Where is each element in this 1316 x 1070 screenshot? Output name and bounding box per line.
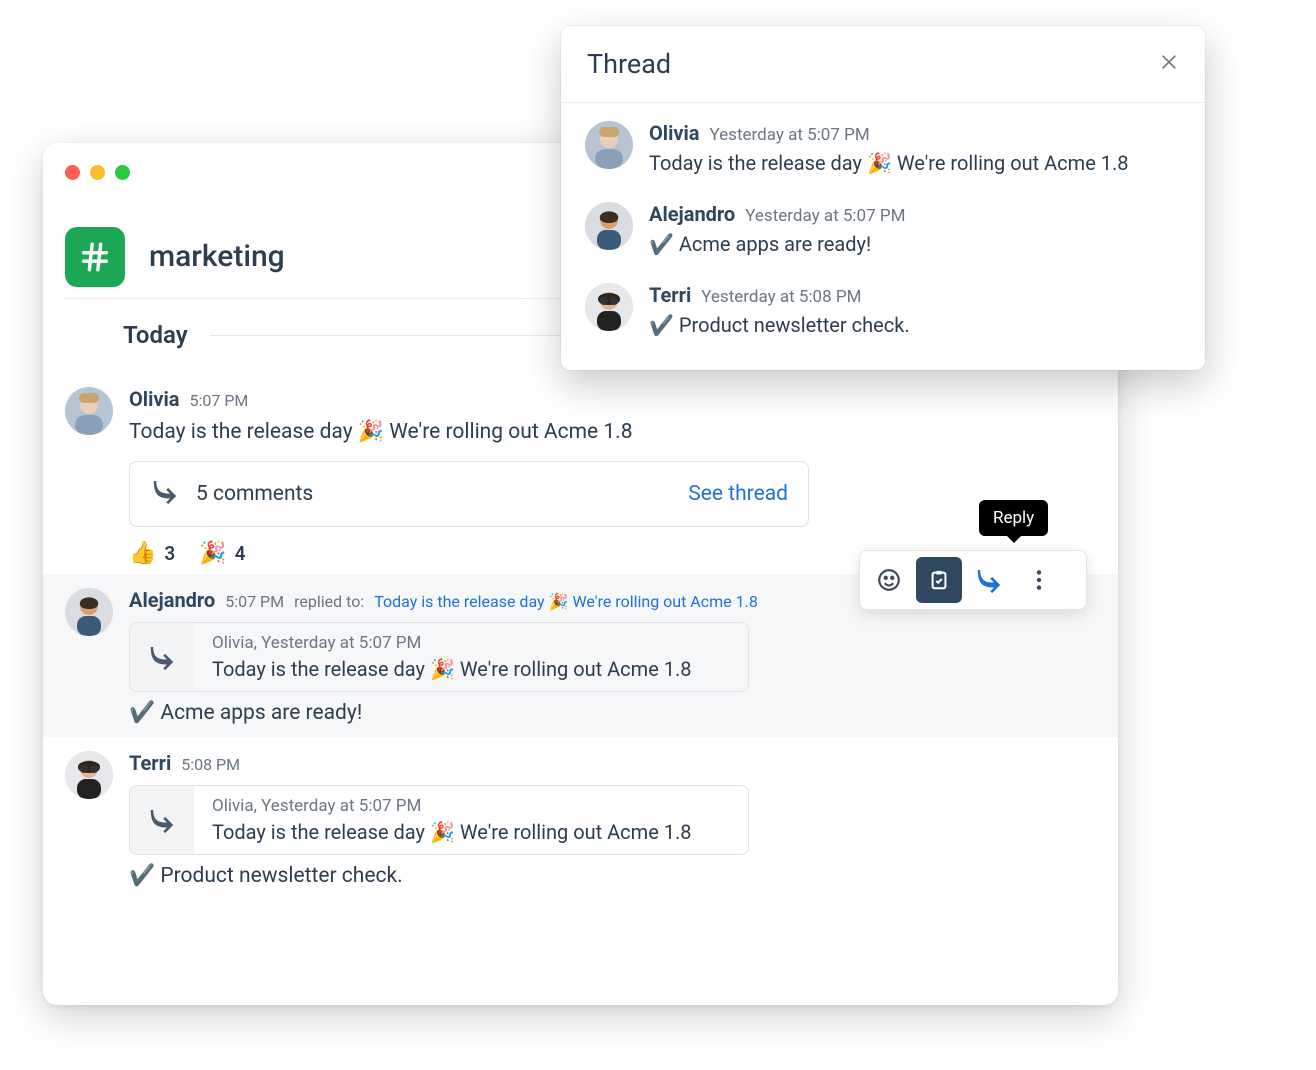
- party-popper-icon: 🎉: [199, 541, 226, 566]
- message-text: ✔️ Acme apps are ready!: [649, 230, 1181, 259]
- thumbs-up-icon: 👍: [129, 541, 156, 566]
- message-time: Yesterday at 5:07 PM: [745, 206, 905, 226]
- avatar[interactable]: [65, 588, 113, 636]
- message-author[interactable]: Terri: [649, 283, 691, 307]
- check-icon: ✔️: [129, 861, 155, 891]
- avatar[interactable]: [585, 202, 633, 250]
- more-actions-button[interactable]: [1016, 557, 1062, 603]
- close-button[interactable]: [1159, 52, 1179, 77]
- window-minimize-dot[interactable]: [90, 165, 105, 180]
- replied-to-link[interactable]: Today is the release day 🎉 We're rolling…: [374, 592, 758, 611]
- message-item: Terri 5:08 PM Olivia, Yesterday at 5:07 …: [43, 737, 1118, 899]
- reaction-thumbs-up[interactable]: 👍 3: [129, 541, 175, 566]
- hash-icon: [65, 227, 125, 287]
- reply-arrow-icon: [130, 786, 194, 854]
- thread-message: Olivia Yesterday at 5:07 PM Today is the…: [561, 109, 1205, 190]
- day-divider-label: Today: [65, 321, 210, 349]
- avatar[interactable]: [65, 387, 113, 435]
- party-popper-icon: 🎉: [430, 820, 455, 844]
- channel-name[interactable]: marketing: [149, 239, 285, 274]
- avatar[interactable]: [585, 283, 633, 331]
- thread-title: Thread: [587, 48, 671, 80]
- see-thread-link[interactable]: See thread: [688, 482, 788, 506]
- message-text: ✔️ Product newsletter check.: [129, 861, 1096, 891]
- message-text: Today is the release day 🎉 We're rolling…: [129, 417, 1096, 447]
- reply-tooltip: Reply: [979, 500, 1048, 536]
- quote-meta: Olivia, Yesterday at 5:07 PM: [212, 796, 692, 816]
- thread-popover: Thread Olivia Yesterday at 5:07 PM Today…: [561, 26, 1205, 370]
- thread-count-label: 5 comments: [196, 482, 313, 506]
- reaction-party[interactable]: 🎉 4: [199, 541, 245, 566]
- window-close-dot[interactable]: [65, 165, 80, 180]
- message-text: ✔️ Acme apps are ready!: [129, 698, 1096, 728]
- quoted-message[interactable]: Olivia, Yesterday at 5:07 PM Today is th…: [129, 622, 749, 692]
- message-time: Yesterday at 5:08 PM: [701, 287, 861, 307]
- avatar[interactable]: [585, 121, 633, 169]
- message-item: Olivia 5:07 PM Today is the release day …: [43, 373, 1118, 574]
- quote-text: Today is the release day 🎉 We're rolling…: [212, 820, 692, 844]
- thread-message: Alejandro Yesterday at 5:07 PM ✔️ Acme a…: [561, 190, 1205, 271]
- message-time: 5:08 PM: [181, 755, 240, 774]
- replied-to-label: replied to:: [294, 592, 364, 611]
- party-popper-icon: 🎉: [549, 592, 569, 611]
- check-icon: ✔️: [649, 230, 674, 259]
- message-text: Today is the release day 🎉 We're rolling…: [649, 149, 1181, 178]
- message-list: Olivia 5:07 PM Today is the release day …: [43, 373, 1118, 1005]
- party-popper-icon: 🎉: [358, 417, 384, 447]
- check-icon: ✔️: [129, 698, 155, 728]
- check-icon: ✔️: [649, 311, 674, 340]
- message-author[interactable]: Alejandro: [649, 202, 735, 226]
- create-task-button[interactable]: [916, 557, 962, 603]
- party-popper-icon: 🎉: [430, 657, 455, 681]
- message-time: 5:07 PM: [190, 391, 249, 410]
- quoted-message[interactable]: Olivia, Yesterday at 5:07 PM Today is th…: [129, 785, 749, 855]
- party-popper-icon: 🎉: [867, 149, 892, 178]
- add-reaction-button[interactable]: [866, 557, 912, 603]
- message-action-bar: Reply: [859, 550, 1087, 610]
- message-text: ✔️ Product newsletter check.: [649, 311, 1181, 340]
- message-author[interactable]: Terri: [129, 751, 171, 775]
- window-zoom-dot[interactable]: [115, 165, 130, 180]
- reply-arrow-icon: [130, 623, 194, 691]
- message-author[interactable]: Olivia: [649, 121, 700, 145]
- message-author[interactable]: Alejandro: [129, 588, 215, 612]
- reply-arrow-icon: [150, 476, 180, 512]
- message-time: Yesterday at 5:07 PM: [710, 125, 870, 145]
- avatar[interactable]: [65, 751, 113, 799]
- message-time: 5:07 PM: [225, 592, 284, 611]
- message-author[interactable]: Olivia: [129, 387, 180, 411]
- thread-message: Terri Yesterday at 5:08 PM ✔️ Product ne…: [561, 271, 1205, 352]
- reaction-count: 3: [164, 542, 175, 565]
- quote-text: Today is the release day 🎉 We're rolling…: [212, 657, 692, 681]
- thread-summary[interactable]: 5 comments See thread: [129, 461, 809, 527]
- window-traffic-lights: [65, 165, 130, 180]
- reply-button[interactable]: [966, 557, 1012, 603]
- reaction-count: 4: [235, 542, 246, 565]
- quote-meta: Olivia, Yesterday at 5:07 PM: [212, 633, 692, 653]
